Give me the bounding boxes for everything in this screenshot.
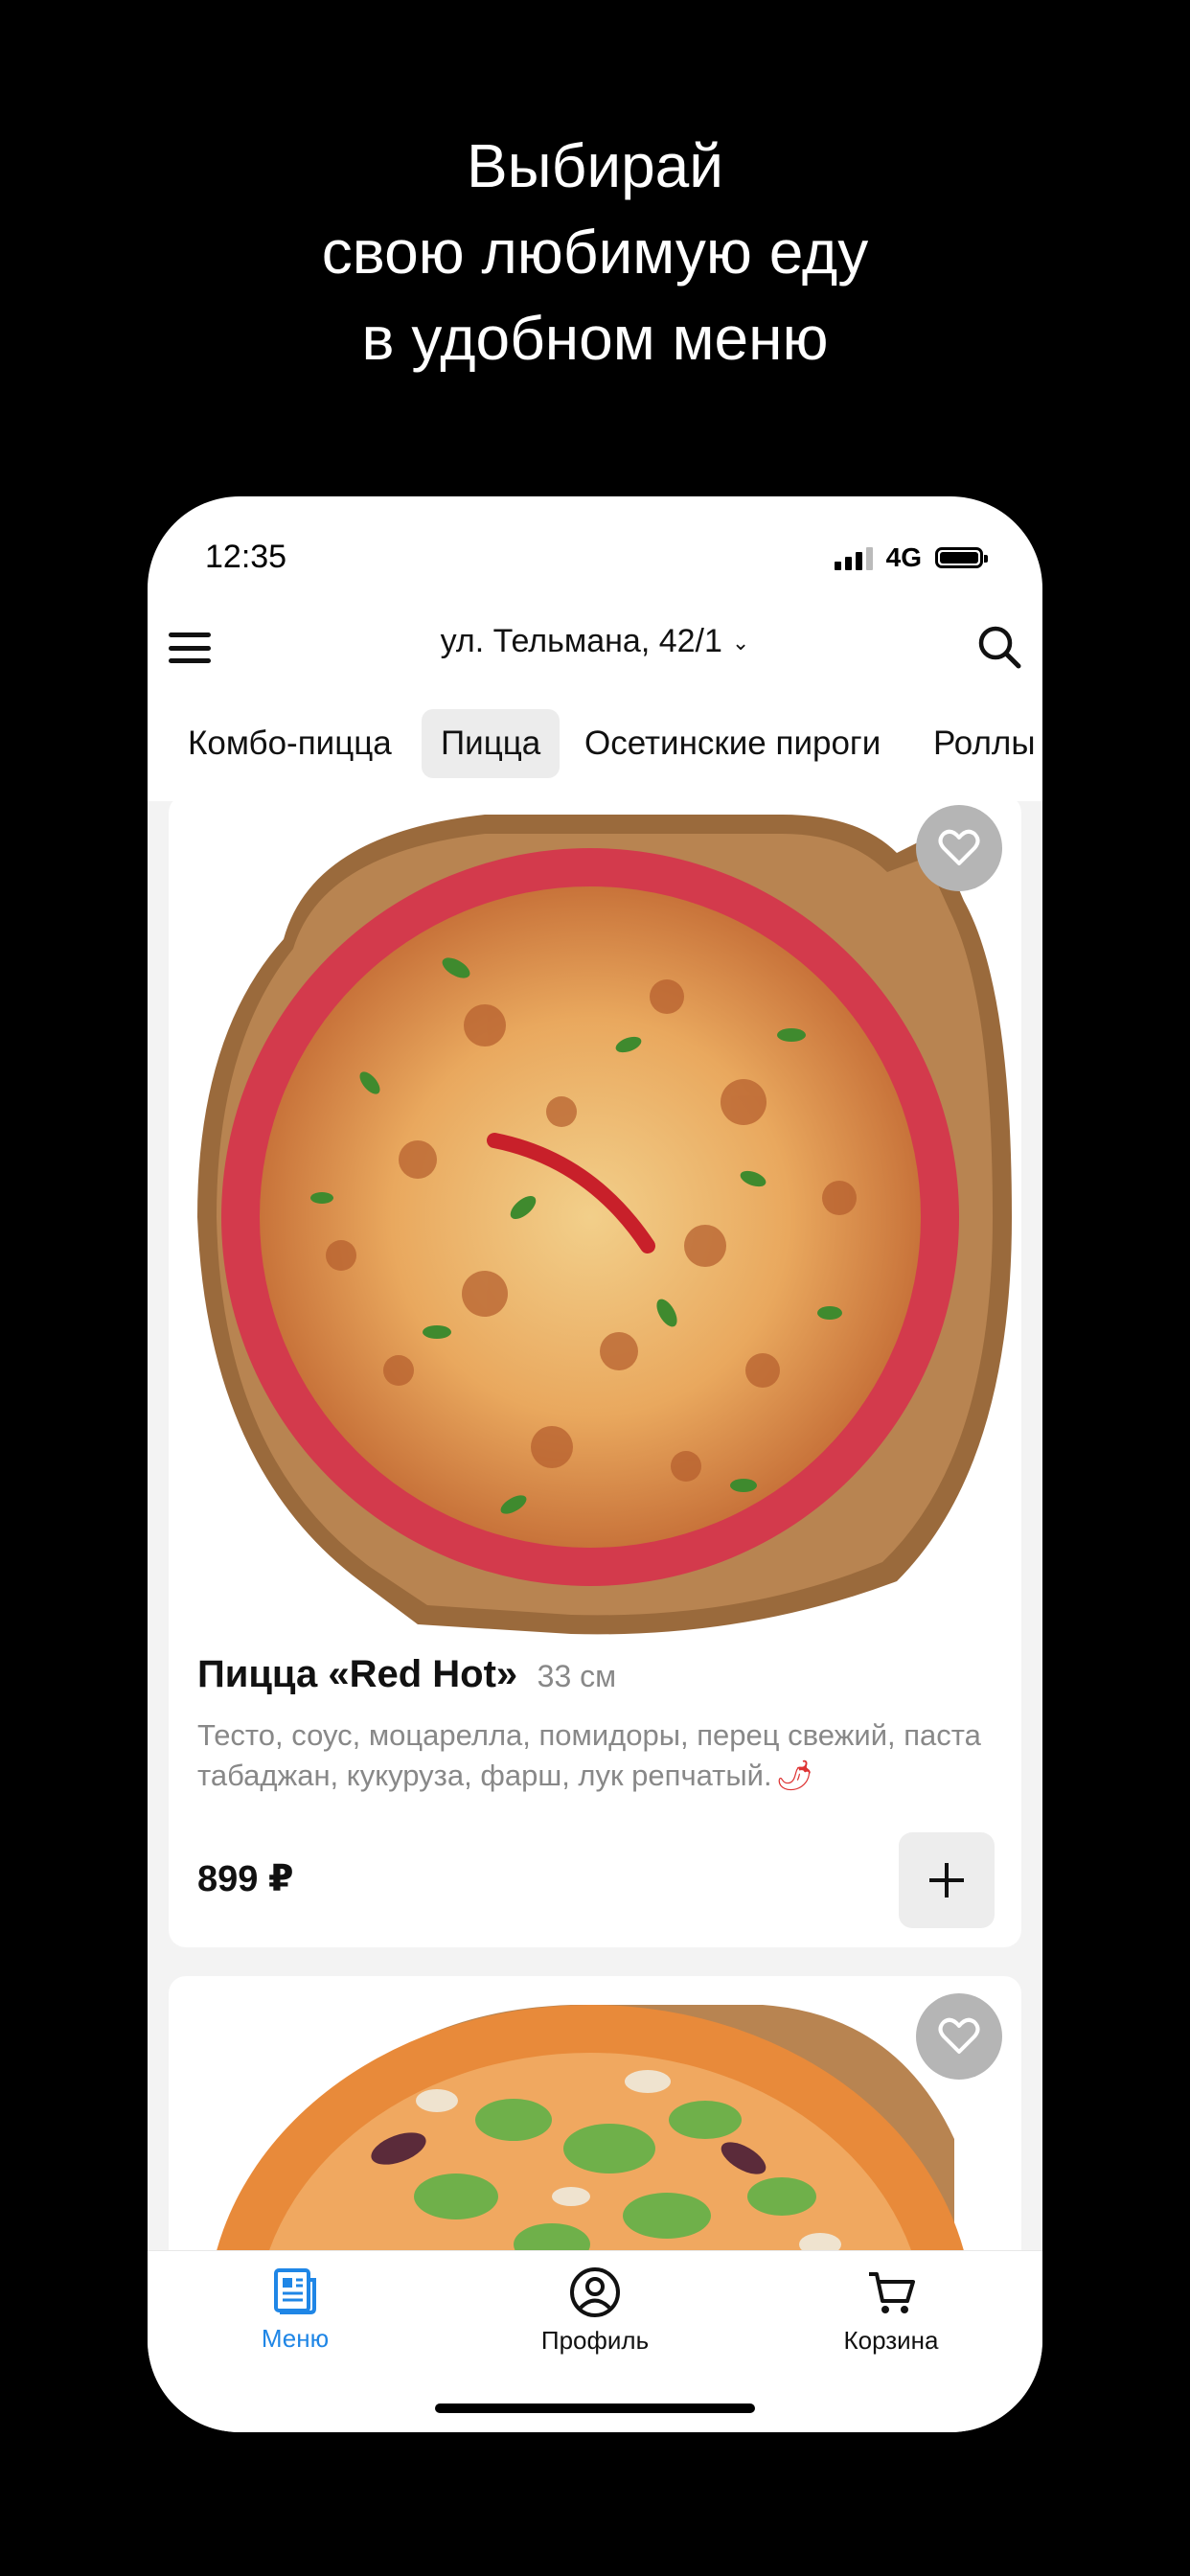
- product-name: Пицца «Red Hot»: [197, 1653, 518, 1695]
- product-title-row: Пицца «Red Hot» 33 см: [197, 1653, 616, 1696]
- profile-icon: [570, 2267, 620, 2317]
- home-indicator[interactable]: [435, 2404, 755, 2413]
- address-selector[interactable]: ул. Тельмана, 42/1 ⌄: [148, 623, 1042, 660]
- plus-icon: [929, 1863, 964, 1898]
- tab-pizza[interactable]: Пицца: [422, 709, 561, 778]
- tab-profile-label: Профиль: [540, 2326, 650, 2355]
- tab-rolls[interactable]: Роллы: [914, 709, 1042, 778]
- product-price: 899 ₽: [197, 1859, 294, 1899]
- product-list[interactable]: Пицца «Red Hot» 33 см Тесто, соус, моцар…: [148, 801, 1042, 2250]
- menu-document-icon: [274, 2268, 316, 2314]
- product-description: Тесто, соус, моцарелла, помидоры, перец …: [197, 1718, 981, 1792]
- tab-ossetian-pies[interactable]: Осетинские пироги: [565, 709, 900, 778]
- heart-icon: [938, 2017, 980, 2054]
- network-type: 4G: [885, 542, 922, 572]
- signal-icon: [834, 545, 873, 570]
- search-icon[interactable]: [975, 623, 1023, 671]
- header-bar: ул. Тельмана, 42/1 ⌄: [148, 602, 1042, 717]
- product-image: [197, 815, 1012, 1635]
- heart-icon: [938, 829, 980, 865]
- add-to-cart-button[interactable]: [899, 1832, 995, 1928]
- headline-line-1: Выбирай: [466, 131, 724, 200]
- product-card[interactable]: Пицца «Red Hot» 33 см Тесто, соус, моцар…: [169, 801, 1021, 1947]
- promo-headline: Выбирай свою любимую еду в удобном меню: [0, 123, 1190, 381]
- headline-line-3: в удобном меню: [361, 304, 829, 373]
- favorite-button[interactable]: [916, 1993, 1002, 2080]
- phone-screen: 12:35 4G ул. Тельмана, 42/1 ⌄ Комбо-пицца…: [148, 496, 1042, 2432]
- tab-cart[interactable]: Корзина: [795, 2266, 987, 2356]
- tab-combo-pizza[interactable]: Комбо-пицца: [169, 709, 411, 778]
- status-time: 12:35: [205, 539, 287, 575]
- chevron-down-icon: ⌄: [731, 631, 750, 656]
- product-card[interactable]: [169, 1976, 1021, 2250]
- status-indicators: 4G: [834, 542, 988, 573]
- cart-icon: [869, 2272, 915, 2313]
- tab-profile[interactable]: Профиль: [499, 2266, 691, 2356]
- tab-menu[interactable]: Меню: [199, 2266, 391, 2354]
- address-text: ул. Тельмана, 42/1: [440, 623, 722, 659]
- chili-icon: 🌶: [775, 1759, 813, 1792]
- tab-menu-label: Меню: [261, 2324, 330, 2353]
- headline-line-2: свою любимую еду: [321, 218, 869, 287]
- favorite-button[interactable]: [916, 805, 1002, 891]
- product-size: 33 см: [537, 1659, 617, 1693]
- tab-cart-label: Корзина: [843, 2326, 939, 2355]
- category-tabs: Комбо-пицца Пицца Осетинские пироги Ролл…: [148, 709, 1042, 780]
- product-image: [217, 2005, 964, 2250]
- battery-icon: [935, 547, 988, 568]
